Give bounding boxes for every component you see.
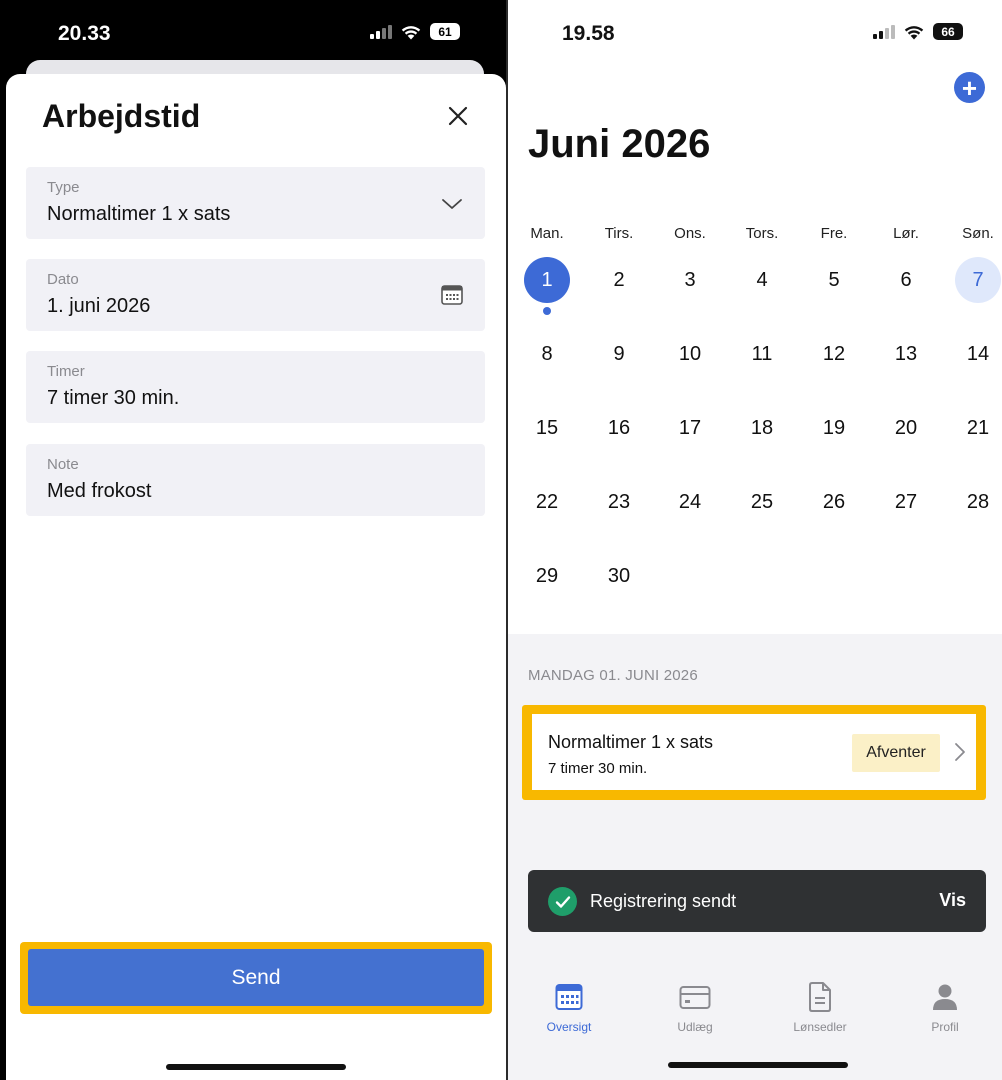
calendar-day[interactable]: 14 xyxy=(955,331,1001,377)
calendar-day[interactable]: 16 xyxy=(596,405,642,451)
weekday-label: Lør. xyxy=(893,225,919,242)
right-phone-screen: 19.58 66 + Juni 2026 Man. Tirs. Ons. Tor… xyxy=(508,0,1002,1080)
toast-view-button[interactable]: Vis xyxy=(939,890,966,911)
toast-message: Registrering sendt xyxy=(590,891,737,911)
weekday-label: Fre. xyxy=(820,225,848,242)
calendar-day[interactable]: 20 xyxy=(883,405,929,451)
calendar-day[interactable]: 24 xyxy=(667,479,713,525)
send-button[interactable]: Send xyxy=(28,949,484,1006)
battery-icon: 66 xyxy=(933,23,963,40)
tab-label: Udlæg xyxy=(677,1020,713,1034)
close-icon[interactable] xyxy=(446,104,470,128)
status-time: 19.58 xyxy=(562,22,615,45)
calendar-day[interactable]: 23 xyxy=(596,479,642,525)
note-field[interactable]: Note Med frokost xyxy=(26,444,485,516)
entry-highlight: Normaltimer 1 x sats 7 timer 30 min. Afv… xyxy=(522,705,986,800)
home-indicator[interactable] xyxy=(166,1064,346,1070)
calendar-day[interactable]: 15 xyxy=(524,405,570,451)
hours-field[interactable]: Timer 7 timer 30 min. xyxy=(26,351,485,423)
chevron-right-icon xyxy=(955,743,965,761)
note-label: Note xyxy=(47,456,79,473)
calendar-day[interactable]: 25 xyxy=(739,479,785,525)
calendar-day[interactable]: 17 xyxy=(667,405,713,451)
calendar-day[interactable]: 29 xyxy=(524,553,570,599)
weekday-label: Søn. xyxy=(962,225,994,242)
status-badge: Afventer xyxy=(852,734,940,772)
type-select[interactable]: Type Normaltimer 1 x sats xyxy=(26,167,485,239)
status-icons: 61 xyxy=(370,23,460,40)
calendar-day[interactable]: 3 xyxy=(667,257,713,303)
hours-value: 7 timer 30 min. xyxy=(47,387,180,409)
cellular-signal-icon xyxy=(873,24,895,39)
credit-card-icon xyxy=(679,986,711,1009)
add-registration-button[interactable]: + xyxy=(954,72,985,103)
calendar-day[interactable]: 21 xyxy=(955,405,1001,451)
home-indicator[interactable] xyxy=(668,1062,848,1068)
tab-lonsedler[interactable]: Lønsedler xyxy=(770,982,870,1034)
note-value: Med frokost xyxy=(47,480,152,502)
calendar-day[interactable]: 11 xyxy=(739,331,785,377)
tab-label: Profil xyxy=(931,1020,959,1034)
tab-udlaeg[interactable]: Udlæg xyxy=(645,982,745,1034)
calendar-day[interactable]: 8 xyxy=(524,331,570,377)
weekday-label: Ons. xyxy=(674,225,706,242)
calendar-day[interactable]: 10 xyxy=(667,331,713,377)
calendar-day[interactable]: 27 xyxy=(883,479,929,525)
calendar-day[interactable]: 9 xyxy=(596,331,642,377)
event-indicator-dot xyxy=(543,307,551,315)
calendar-day[interactable]: 28 xyxy=(955,479,1001,525)
calendar-day[interactable]: 26 xyxy=(811,479,857,525)
entry-title: Normaltimer 1 x sats xyxy=(548,732,714,752)
calendar-day[interactable]: 6 xyxy=(883,257,929,303)
toast-notification: Registrering sendt Vis xyxy=(528,870,986,932)
calendar-area: 19.58 66 + Juni 2026 Man. Tirs. Ons. Tor… xyxy=(508,0,1002,634)
calendar-icon xyxy=(555,984,583,1010)
status-bar: 19.58 66 xyxy=(508,0,1002,60)
month-title: Juni 2026 xyxy=(528,122,711,166)
status-time: 20.33 xyxy=(58,22,111,45)
date-value: 1. juni 2026 xyxy=(47,295,151,317)
check-circle-icon xyxy=(548,887,577,916)
tab-label: Oversigt xyxy=(546,1020,592,1034)
weekday-label: Tirs. xyxy=(604,225,634,242)
wifi-icon xyxy=(401,25,421,39)
tab-label: Lønsedler xyxy=(793,1020,847,1034)
status-icons: 66 xyxy=(873,23,963,40)
calendar-day[interactable]: 4 xyxy=(739,257,785,303)
calendar-day[interactable]: 22 xyxy=(524,479,570,525)
calendar-day[interactable]: 19 xyxy=(811,405,857,451)
date-label: Dato xyxy=(47,271,79,288)
document-icon xyxy=(809,982,831,1012)
cellular-signal-icon xyxy=(370,24,392,39)
tab-oversigt[interactable]: Oversigt xyxy=(519,982,619,1034)
wifi-icon xyxy=(904,25,924,39)
calendar-day[interactable]: 13 xyxy=(883,331,929,377)
calendar-day[interactable]: 5 xyxy=(811,257,857,303)
entry-subtitle: 7 timer 30 min. xyxy=(548,760,648,777)
calendar-day[interactable]: 7 xyxy=(955,257,1001,303)
sheet-title: Arbejdstid xyxy=(42,98,201,134)
weekday-header: Man. Tirs. Ons. Tors. Fre. Lør. Søn. xyxy=(508,225,1002,247)
calendar-day[interactable]: 2 xyxy=(596,257,642,303)
battery-icon: 61 xyxy=(430,23,460,40)
chevron-down-icon xyxy=(442,199,462,209)
selected-day-label: MANDAG 01. JUNI 2026 xyxy=(528,667,698,684)
left-phone-screen: 20.33 61 Arbejdstid Type Normaltimer 1 x… xyxy=(0,0,506,1080)
calendar-icon[interactable] xyxy=(441,285,463,305)
calendar-day[interactable]: 18 xyxy=(739,405,785,451)
person-icon xyxy=(933,984,957,1010)
type-value: Normaltimer 1 x sats xyxy=(47,203,231,225)
weekday-label: Tors. xyxy=(745,225,779,242)
work-time-sheet: Arbejdstid Type Normaltimer 1 x sats Dat… xyxy=(6,74,506,1080)
date-field[interactable]: Dato 1. juni 2026 xyxy=(26,259,485,331)
registration-entry[interactable]: Normaltimer 1 x sats 7 timer 30 min. Afv… xyxy=(532,714,976,790)
type-label: Type xyxy=(47,179,80,196)
calendar-day[interactable]: 30 xyxy=(596,553,642,599)
hours-label: Timer xyxy=(47,363,85,380)
calendar-day[interactable]: 1 xyxy=(524,257,570,303)
tab-profil[interactable]: Profil xyxy=(895,982,995,1034)
calendar-day[interactable]: 12 xyxy=(811,331,857,377)
send-highlight: Send xyxy=(20,942,492,1014)
weekday-label: Man. xyxy=(530,225,564,242)
